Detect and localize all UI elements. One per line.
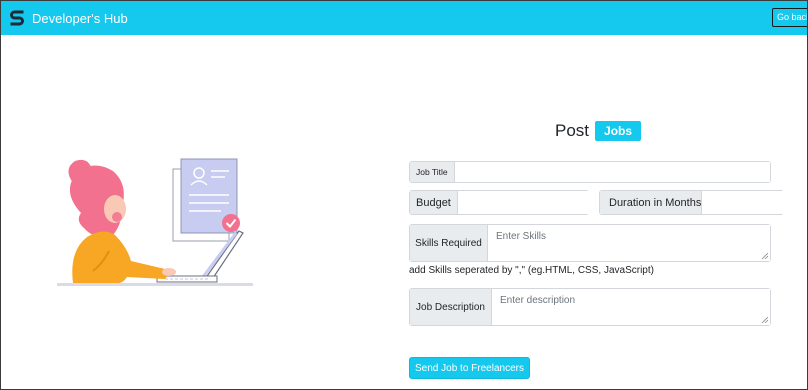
description-input[interactable]	[492, 289, 770, 325]
sweater	[72, 231, 168, 283]
resize-handle-icon[interactable]	[762, 317, 768, 323]
illustration-woman-at-laptop	[57, 158, 253, 286]
title-badge: Jobs	[595, 121, 642, 141]
budget-label: Budget	[410, 191, 458, 214]
duration-group: Duration in Months	[599, 190, 807, 215]
check-badge-icon	[222, 214, 240, 232]
skills-group: Skills Required	[409, 224, 771, 262]
job-title-label: Job Title	[410, 162, 455, 182]
go-back-button[interactable]: Go back	[772, 8, 807, 27]
skills-hint: add Skills seperated by "," (eg.HTML, CS…	[409, 265, 654, 276]
description-label: Job Description	[410, 289, 492, 325]
title-prefix: Post	[555, 121, 590, 140]
skills-input[interactable]	[488, 225, 770, 261]
navbar: Developer's Hub Go back	[1, 1, 807, 35]
send-job-button[interactable]: Send Job to Freelancers	[409, 357, 530, 379]
job-title-group: Job Title	[409, 161, 771, 183]
skills-label: Skills Required	[410, 225, 488, 261]
page-title: Post Jobs	[555, 121, 642, 141]
budget-input[interactable]	[457, 191, 612, 214]
brand-s-logo-icon	[10, 10, 24, 26]
description-group: Job Description	[409, 288, 771, 326]
resize-handle-icon[interactable]	[762, 253, 768, 259]
desk-line	[57, 283, 253, 286]
budget-group: Budget £	[409, 190, 619, 215]
brand[interactable]: Developer's Hub	[9, 9, 128, 27]
duration-input[interactable]	[702, 191, 807, 214]
brand-name: Developer's Hub	[32, 10, 128, 26]
app-window: Developer's Hub Go back Post Jobs Job Ti…	[0, 0, 808, 390]
duration-label: Duration in Months	[600, 191, 703, 214]
job-title-input[interactable]	[454, 162, 770, 182]
